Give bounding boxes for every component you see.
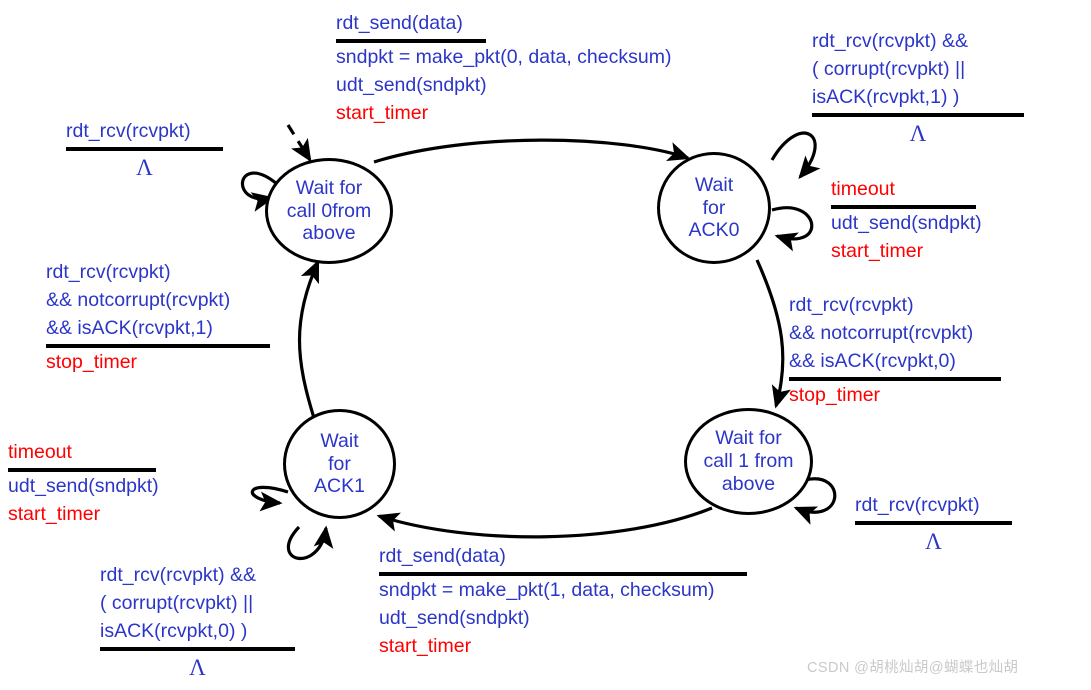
label-cond-2: && notcorrupt(rcvpkt): [46, 288, 231, 311]
state-line-1: Wait: [694, 173, 734, 196]
state-line-1: Wait: [320, 429, 359, 452]
label-action-2: udt_send(sndpkt): [379, 606, 530, 629]
state-line-1: Wait for: [295, 176, 363, 199]
divider-line: [66, 146, 223, 151]
label-cond-1: rdt_rcv(rcvpkt) &&: [100, 564, 257, 586]
label-rdt-rcv-call1: rdt_rcv(rcvpkt) Λ: [855, 492, 1012, 559]
label-action: Λ: [189, 654, 206, 680]
state-line-2: call 0from: [286, 199, 372, 222]
label-rdt-send-1: rdt_send(data) sndpkt = make_pkt(1, data…: [379, 543, 747, 661]
label-timeout-ack0: timeout udt_send(sndpkt) start_timer: [831, 176, 982, 266]
divider-line: [379, 571, 747, 576]
state-wait-for-ack1[interactable]: Wait for ACK1: [283, 409, 396, 519]
state-line-3: ACK1: [314, 475, 365, 498]
watermark: CSDN @胡桃灿胡@蝴蝶也灿胡: [807, 660, 1019, 676]
divider-line: [855, 520, 1012, 525]
edge-call1-to-ack1: [376, 506, 713, 539]
label-event: rdt_send(data): [379, 545, 506, 567]
divider-line: [100, 646, 295, 651]
label-cond-1: rdt_rcv(rcvpkt): [46, 261, 171, 283]
fsm-diagram: Wait for call 0from above Wait for ACK0 …: [0, 0, 1091, 690]
label-event: rdt_rcv(rcvpkt): [855, 494, 980, 516]
label-cond-2: && notcorrupt(rcvpkt): [789, 321, 974, 344]
label-action: stop_timer: [789, 383, 881, 406]
label-action-1: udt_send(sndpkt): [831, 211, 982, 234]
edge-ack0-to-call1: [755, 259, 791, 409]
label-cond-2: ( corrupt(rcvpkt) ||: [100, 591, 254, 614]
label-ack0-corrupt: rdt_rcv(rcvpkt) && ( corrupt(rcvpkt) || …: [812, 28, 1024, 151]
label-timeout-ack1: timeout udt_send(sndpkt) start_timer: [8, 439, 159, 529]
state-line-1: Wait for: [715, 427, 782, 450]
label-action-3: start_timer: [336, 101, 429, 124]
label-ack1-corrupt: rdt_rcv(rcvpkt) && ( corrupt(rcvpkt) || …: [100, 562, 295, 685]
label-event: rdt_rcv(rcvpkt): [66, 120, 191, 142]
edge-ack1-to-call0: [297, 259, 320, 419]
state-line-3: above: [302, 222, 356, 245]
label-cond-3: isACK(rcvpkt,0) ): [100, 619, 248, 642]
label-cond-3: isACK(rcvpkt,1) ): [812, 85, 960, 108]
selfloop-ack0-timeout: [771, 206, 814, 252]
label-action: stop_timer: [46, 350, 138, 373]
label-action-1: sndpkt = make_pkt(0, data, checksum): [336, 45, 672, 68]
label-event: rdt_send(data): [336, 12, 463, 34]
state-line-2: call 1 from: [703, 450, 794, 473]
label-cond-1: rdt_rcv(rcvpkt): [789, 294, 914, 316]
label-rdt-rcv-call0: rdt_rcv(rcvpkt) Λ: [66, 118, 223, 185]
divider-line: [831, 204, 976, 209]
label-rdt-send-0: rdt_send(data) sndpkt = make_pkt(0, data…: [336, 10, 671, 128]
label-action: Λ: [909, 120, 927, 146]
label-action-3: start_timer: [379, 634, 472, 657]
label-cond-2: ( corrupt(rcvpkt) ||: [812, 57, 966, 80]
divider-line: [46, 343, 270, 348]
state-line-2: for: [328, 452, 351, 475]
label-action-2: start_timer: [831, 239, 924, 262]
label-cond-3: && isACK(rcvpkt,0): [789, 349, 956, 372]
label-ack1-good: rdt_rcv(rcvpkt) && notcorrupt(rcvpkt) &&…: [46, 259, 270, 377]
label-action-2: start_timer: [8, 502, 101, 525]
divider-line: [812, 112, 1024, 117]
label-event: timeout: [831, 178, 895, 200]
state-wait-for-call-0-from-above[interactable]: Wait for call 0from above: [265, 158, 393, 264]
edge-call0-to-ack0: [373, 138, 691, 164]
selfloop-ack0-corrupt: [770, 131, 821, 179]
label-event: timeout: [8, 441, 72, 463]
state-line-3: ACK0: [688, 219, 740, 242]
divider-line: [8, 467, 156, 472]
state-wait-for-ack0[interactable]: Wait for ACK0: [657, 152, 771, 264]
divider-line: [789, 376, 1001, 381]
selfloop-ack1-timeout: [250, 485, 289, 512]
label-action-2: udt_send(sndpkt): [336, 73, 487, 96]
state-wait-for-call-1-from-above[interactable]: Wait for call 1 from above: [684, 408, 813, 515]
divider-line: [336, 38, 486, 43]
state-line-2: for: [702, 196, 726, 219]
label-cond-3: && isACK(rcvpkt,1): [46, 316, 213, 339]
start-arrow: [286, 124, 312, 163]
label-ack0-good: rdt_rcv(rcvpkt) && notcorrupt(rcvpkt) &&…: [789, 292, 1001, 410]
label-action: Λ: [925, 528, 942, 554]
selfloop-ack1-corrupt: [286, 525, 334, 561]
label-action-1: udt_send(sndpkt): [8, 474, 159, 497]
label-action-1: sndpkt = make_pkt(1, data, checksum): [379, 578, 715, 601]
state-line-3: above: [721, 472, 776, 495]
label-cond-1: rdt_rcv(rcvpkt) &&: [812, 30, 969, 52]
label-action: Λ: [136, 154, 153, 180]
